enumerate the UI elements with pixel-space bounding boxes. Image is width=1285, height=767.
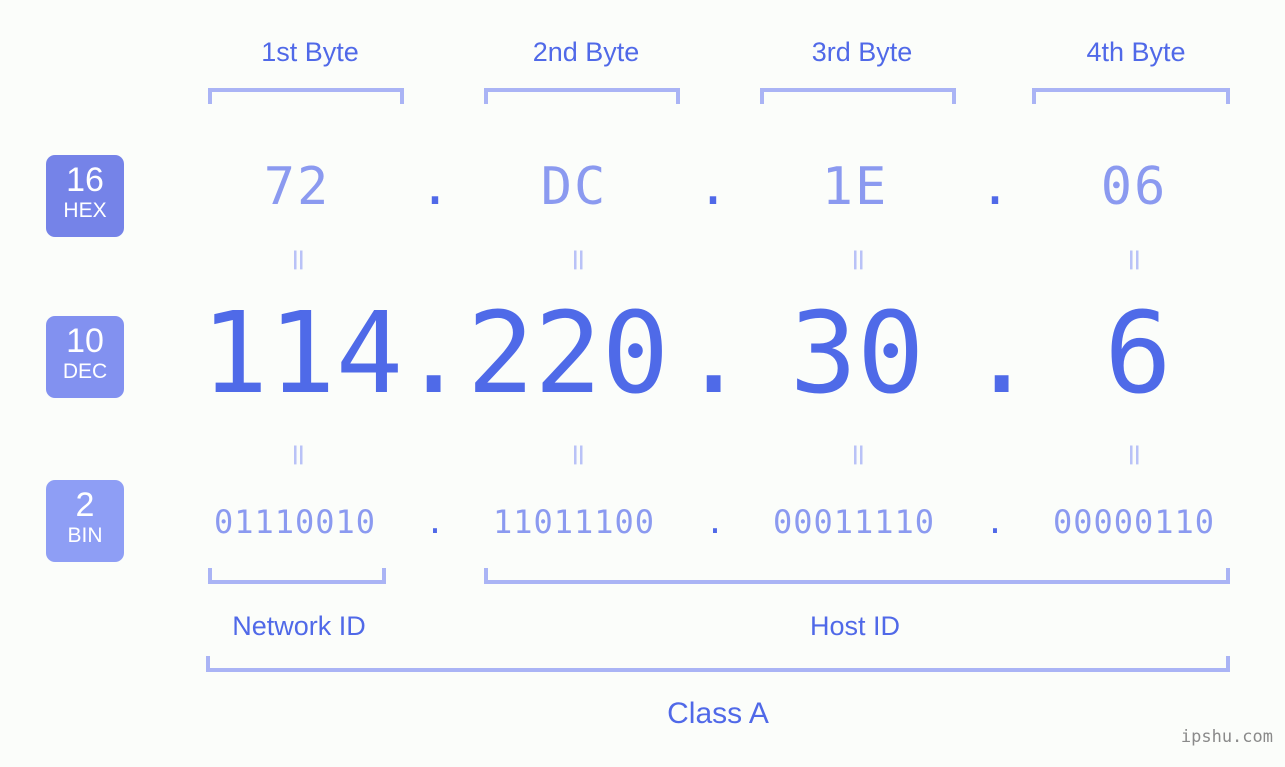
bin-separator-1: . [425,503,445,541]
bin-octet-2: 11011100 [492,503,656,541]
byte-bracket-2 [484,88,680,104]
equals-mark-dec-bin-4: = [1117,442,1152,468]
hex-octet-2: DC [540,157,608,217]
hex-octet-1: 72 [263,157,331,217]
dec-octet-1: 114 [200,289,404,419]
hex-octet-3: 1E [821,157,889,217]
bin-octet-3: 00011110 [772,503,936,541]
base-badge-bin-abbr: BIN [67,524,103,547]
base-badge-dec-number: 10 [66,322,104,360]
equals-mark-hex-dec-2: = [561,247,596,273]
base-badge-hex-abbr: HEX [63,199,107,222]
byte-bracket-4 [1032,88,1230,104]
equals-mark-dec-bin-2: = [561,442,596,468]
bin-separator-2: . [705,503,725,541]
equals-mark-hex-dec-4: = [1117,247,1152,273]
ip-class-label: Class A [667,697,769,730]
byte-bracket-1 [208,88,404,104]
host-id-bracket [484,568,1230,584]
bin-octet-1: 01110010 [213,503,377,541]
equals-mark-dec-bin-1: = [281,442,316,468]
base-badge-dec: 10 DEC [46,316,124,398]
hex-separator-2: . [697,157,729,217]
dec-octet-3: 30 [789,289,925,419]
byte-header-label-3: 3rd Byte [811,37,913,67]
host-id-label: Host ID [809,611,901,641]
base-badge-dec-abbr: DEC [62,360,108,383]
dec-separator-2: . [680,289,748,419]
bin-separator-3: . [985,503,1005,541]
byte-header-label-4: 4th Byte [1086,37,1186,67]
network-id-bracket [208,568,386,584]
dec-octet-4: 6 [1104,289,1172,419]
hex-octet-4: 06 [1100,157,1168,217]
base-badge-hex-number: 16 [66,161,104,199]
dec-octet-2: 220 [466,289,670,419]
byte-header-label-2: 2nd Byte [532,37,640,67]
ip-breakdown-diagram: 1st Byte 2nd Byte 3rd Byte 4th Byte 16 H… [0,0,1285,767]
base-badge-bin-number: 2 [75,486,95,524]
equals-mark-hex-dec-1: = [281,247,316,273]
ip-class-bracket [206,656,1230,672]
dec-separator-3: . [968,289,1036,419]
bin-octet-4: 00000110 [1052,503,1216,541]
base-badge-bin: 2 BIN [46,480,124,562]
hex-separator-1: . [419,157,451,217]
hex-separator-3: . [979,157,1011,217]
base-badge-hex: 16 HEX [46,155,124,237]
equals-mark-hex-dec-3: = [841,247,876,273]
dec-separator-1: . [400,289,468,419]
equals-mark-dec-bin-3: = [841,442,876,468]
byte-bracket-3 [760,88,956,104]
network-id-label: Network ID [232,611,366,641]
site-watermark: ipshu.com [1180,727,1273,747]
byte-header-label-1: 1st Byte [261,37,359,67]
